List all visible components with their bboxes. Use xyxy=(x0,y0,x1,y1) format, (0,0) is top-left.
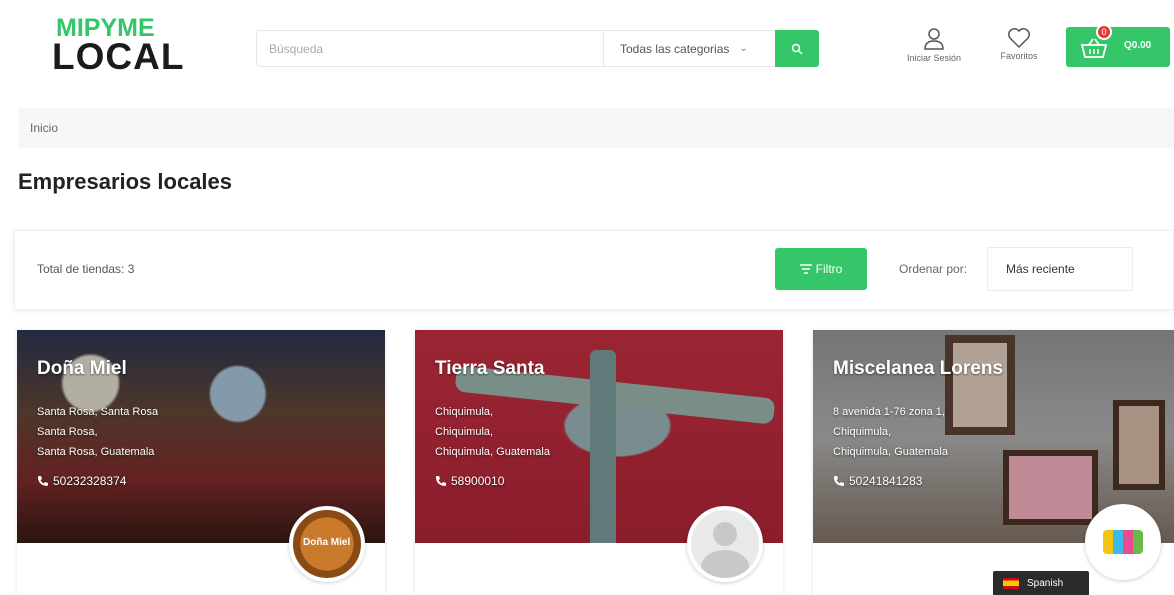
cart-count-badge: 0 xyxy=(1096,24,1112,40)
address-line: Santa Rosa, Guatemala xyxy=(37,446,155,458)
search-input[interactable] xyxy=(257,31,603,66)
user-icon xyxy=(924,28,944,50)
search-bar: Todas las categorias ⌄ xyxy=(256,30,819,67)
store-card[interactable]: Miscelanea Lorens 8 avenida 1-76 zona 1,… xyxy=(813,330,1174,595)
favorites-link[interactable]: Favoritos xyxy=(988,27,1050,61)
store-phone[interactable]: 50232328374 xyxy=(37,474,126,488)
store-name[interactable]: Miscelanea Lorens xyxy=(833,358,1003,380)
address-line: Santa Rosa, Santa Rosa xyxy=(37,406,159,418)
store-name[interactable]: Tierra Santa xyxy=(435,358,544,380)
language-label: Spanish xyxy=(1027,577,1064,589)
page-title: Empresarios locales xyxy=(18,169,233,194)
cart-button[interactable]: 0 Q0.00 xyxy=(1066,24,1170,67)
store-address: Chiquimula, Chiquimula, Chiquimula, Guat… xyxy=(435,402,550,462)
store-phone-number: 50241841283 xyxy=(849,474,923,488)
filter-icon xyxy=(799,264,812,274)
breadcrumb-home[interactable]: Inicio xyxy=(30,121,58,135)
search-button[interactable] xyxy=(775,30,819,67)
address-line: Chiquimula, Guatemala xyxy=(435,446,550,458)
address-line: Chiquimula, xyxy=(435,406,494,418)
store-phone[interactable]: 50241841283 xyxy=(833,474,922,488)
filter-label: Filtro xyxy=(815,262,843,276)
address-line: Santa Rosa, xyxy=(37,426,98,438)
store-phone-number: 50232328374 xyxy=(53,474,127,488)
chevron-down-icon: ⌄ xyxy=(739,43,748,54)
site-logo[interactable]: MIPYME LOCAL xyxy=(52,12,183,80)
login-label: Iniciar Sesión xyxy=(906,53,962,63)
logo-text-bottom: LOCAL xyxy=(52,36,185,77)
filter-button[interactable]: Filtro xyxy=(775,248,867,290)
store-phone-number: 58900010 xyxy=(451,474,505,488)
phone-icon xyxy=(834,476,844,486)
language-selector[interactable]: Spanish xyxy=(993,571,1089,595)
sort-label: Ordenar por: xyxy=(899,262,968,276)
store-phone[interactable]: 58900010 xyxy=(435,474,504,488)
heart-icon xyxy=(1008,28,1030,49)
phone-icon xyxy=(436,476,446,486)
address-line: Chiquimula, xyxy=(435,426,494,438)
category-select-value: Todas las categorias xyxy=(620,41,730,56)
store-logo[interactable]: Doña Miel xyxy=(289,506,365,582)
user-avatar-icon xyxy=(713,522,737,546)
basket-icon xyxy=(1080,38,1108,58)
store-name[interactable]: Doña Miel xyxy=(37,358,127,380)
store-logo-placeholder[interactable] xyxy=(687,506,763,582)
store-card[interactable]: Tierra Santa Chiquimula, Chiquimula, Chi… xyxy=(415,330,783,595)
login-link[interactable]: Iniciar Sesión xyxy=(898,27,970,63)
store-address: Santa Rosa, Santa Rosa Santa Rosa, Santa… xyxy=(37,402,158,462)
site-header: MIPYME LOCAL Todas las categorias ⌄ Inic… xyxy=(0,0,1174,100)
address-line: Chiquimula, xyxy=(833,426,892,438)
store-total-count: Total de tiendas: 3 xyxy=(37,262,135,276)
store-address: 8 avenida 1-76 zona 1, Chiquimula, Chiqu… xyxy=(833,402,948,462)
store-card[interactable]: Doña Miel Santa Rosa, Santa Rosa Santa R… xyxy=(17,330,385,595)
sort-select[interactable]: Más reciente xyxy=(987,247,1133,291)
phone-icon xyxy=(38,476,48,486)
store-toolbar: Total de tiendas: 3 Filtro Ordenar por: … xyxy=(14,230,1174,310)
sort-select-value: Más reciente xyxy=(1006,262,1075,276)
breadcrumb: Inicio xyxy=(18,108,1174,148)
address-line: Chiquimula, Guatemala xyxy=(833,446,948,458)
search-icon xyxy=(791,43,803,55)
favorites-label: Favoritos xyxy=(1000,51,1038,61)
store-logo-graphic xyxy=(1103,530,1143,554)
cart-total: Q0.00 xyxy=(1124,40,1152,51)
category-select[interactable]: Todas las categorias ⌄ xyxy=(603,31,775,66)
store-logo[interactable] xyxy=(1085,504,1161,580)
address-line: 8 avenida 1-76 zona 1, xyxy=(833,406,945,418)
store-logo-text: Doña Miel xyxy=(303,537,351,548)
spain-flag-icon xyxy=(1003,577,1019,589)
